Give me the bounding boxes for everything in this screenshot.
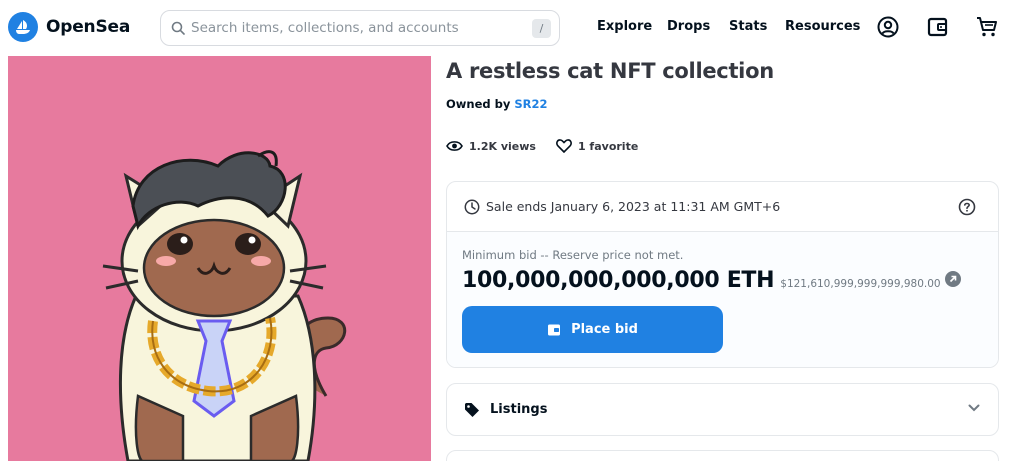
clock-icon (464, 199, 480, 214)
help-icon[interactable] (958, 198, 976, 216)
search-bar[interactable]: / (160, 10, 560, 46)
views-stat: 1.2K views (446, 140, 536, 153)
chevron-down-icon (968, 404, 980, 412)
opensea-logo[interactable]: OpenSea (8, 12, 130, 42)
nft-image[interactable] (8, 56, 431, 461)
nav-drops[interactable]: Drops (667, 19, 710, 34)
search-input[interactable] (191, 20, 531, 36)
owned-by: Owned by SR22 (446, 97, 548, 111)
owned-by-label: Owned by (446, 97, 515, 111)
wallet-icon (548, 324, 561, 335)
search-icon (171, 21, 185, 35)
top-nav: OpenSea / Explore Drops Stats Resources (0, 0, 1024, 56)
brand-name: OpenSea (46, 17, 131, 37)
cart-icon[interactable] (975, 15, 999, 39)
favorites-stat[interactable]: 1 favorite (556, 139, 638, 153)
views-count: 1.2K views (469, 139, 536, 153)
sale-ends-text: Sale ends January 6, 2023 at 11:31 AM GM… (486, 199, 781, 214)
place-bid-button[interactable]: Place bid (462, 306, 723, 353)
nav-resources[interactable]: Resources (785, 19, 860, 34)
tag-icon (465, 402, 479, 417)
heart-icon (556, 139, 572, 153)
wallet-icon[interactable] (926, 15, 950, 39)
owner-link[interactable]: SR22 (514, 97, 547, 111)
price-row: 100,000,000,000,000 ETH $121,610,999,999… (462, 268, 983, 293)
place-bid-label: Place bid (571, 322, 638, 337)
listings-label: Listings (490, 402, 548, 417)
search-shortcut-key: / (532, 19, 551, 38)
opensea-logo-icon (8, 12, 38, 42)
current-price: 100,000,000,000,000 ETH (462, 268, 775, 293)
item-title: A restless cat NFT collection (446, 59, 774, 83)
eye-icon (446, 141, 463, 151)
cat-artwork (102, 150, 347, 461)
favorites-count: 1 favorite (577, 139, 639, 153)
account-icon[interactable] (876, 15, 900, 39)
usd-price: $121,610,999,999,999,980.00 (780, 278, 941, 290)
item-stats: 1.2K views 1 favorite (446, 139, 658, 153)
nav-explore[interactable]: Explore (597, 19, 652, 34)
external-link-icon[interactable] (944, 271, 961, 287)
sale-ends: Sale ends January 6, 2023 at 11:31 AM GM… (447, 182, 998, 232)
listings-accordion[interactable]: Listings (446, 383, 999, 436)
sale-body: Minimum bid -- Reserve price not met. 10… (447, 232, 998, 367)
min-bid-note: Minimum bid -- Reserve price not met. (462, 248, 684, 262)
sale-card: Sale ends January 6, 2023 at 11:31 AM GM… (446, 181, 999, 368)
nav-stats[interactable]: Stats (729, 19, 767, 34)
next-accordion[interactable] (446, 450, 999, 461)
